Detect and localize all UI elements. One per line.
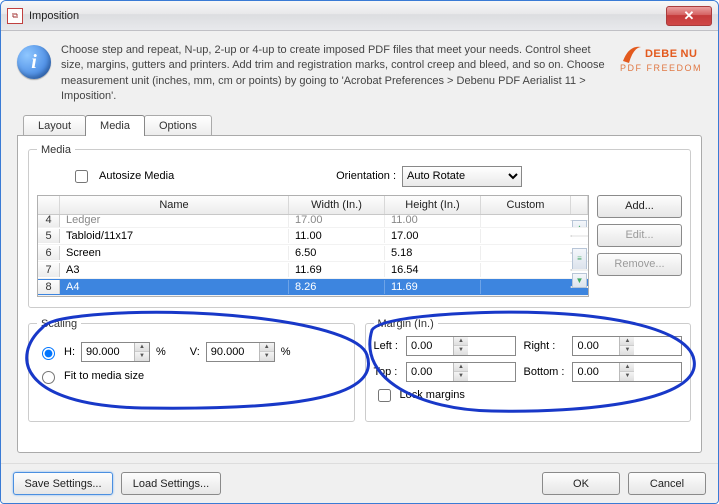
h-up[interactable]: ▲ bbox=[135, 343, 149, 353]
intro-text: Choose step and repeat, N-up, 2-up or 4-… bbox=[61, 43, 610, 105]
fit-label: Fit to media size bbox=[64, 370, 144, 382]
v-down[interactable]: ▼ bbox=[260, 352, 274, 361]
tab-panel: Media Autosize Media Orientation : Auto … bbox=[17, 135, 702, 453]
brand-logo: DEBENU PDF FREEDOM bbox=[620, 43, 702, 73]
v-pct: % bbox=[281, 346, 291, 358]
left-label: Left : bbox=[374, 340, 398, 352]
col-name[interactable]: Name bbox=[60, 196, 289, 214]
bottom-spinner[interactable]: ▲▼ bbox=[572, 362, 682, 382]
margin-legend: Margin (In.) bbox=[374, 318, 438, 330]
brand-part2: NU bbox=[681, 48, 698, 60]
close-button[interactable]: ✕ bbox=[666, 6, 712, 26]
right-label: Right : bbox=[524, 340, 565, 352]
media-legend: Media bbox=[37, 144, 75, 156]
scroll-up[interactable]: ▲ bbox=[572, 220, 587, 228]
v-label: V: bbox=[190, 346, 200, 358]
v-input[interactable] bbox=[207, 343, 259, 361]
scaling-group: Scaling H: ▲▼ % V: ▲▼ % Fit to media siz… bbox=[28, 318, 355, 422]
cancel-button[interactable]: Cancel bbox=[628, 472, 706, 495]
v-up[interactable]: ▲ bbox=[260, 343, 274, 353]
bottom-label: Bottom : bbox=[524, 366, 565, 378]
scale-hv-radio[interactable] bbox=[42, 347, 55, 360]
app-icon: ⧉ bbox=[7, 8, 23, 24]
add-button[interactable]: Add... bbox=[597, 195, 682, 218]
tab-strip: Layout Media Options bbox=[23, 115, 702, 136]
h-input[interactable] bbox=[82, 343, 134, 361]
right-input[interactable] bbox=[573, 337, 619, 355]
intro-row: i Choose step and repeat, N-up, 2-up or … bbox=[17, 43, 702, 105]
left-spinner[interactable]: ▲▼ bbox=[406, 336, 516, 356]
h-label: H: bbox=[64, 346, 75, 358]
scroll-down[interactable]: ▼ bbox=[572, 273, 587, 288]
table-row[interactable]: 4Ledger17.0011.00▲ bbox=[38, 215, 588, 228]
h-pct: % bbox=[156, 346, 166, 358]
swoosh-icon bbox=[620, 43, 642, 65]
edit-button[interactable]: Edit... bbox=[597, 224, 682, 247]
info-icon: i bbox=[17, 45, 51, 79]
brand-part1: DEBE bbox=[645, 48, 678, 60]
imposition-dialog: ⧉ Imposition ✕ i Choose step and repeat,… bbox=[0, 0, 719, 504]
table-row[interactable]: 7A311.6916.54 bbox=[38, 262, 588, 279]
bottom-input[interactable] bbox=[573, 363, 619, 381]
margin-group: Margin (In.) Left : ▲▼ Right : ▲▼ Top : … bbox=[365, 318, 692, 422]
titlebar: ⧉ Imposition ✕ bbox=[1, 1, 718, 31]
lock-margins-label: Lock margins bbox=[400, 389, 465, 401]
media-group: Media Autosize Media Orientation : Auto … bbox=[28, 144, 691, 308]
media-table[interactable]: Name Width (In.) Height (In.) Custom 4Le… bbox=[37, 195, 589, 297]
scaling-legend: Scaling bbox=[37, 318, 81, 330]
fit-radio[interactable] bbox=[42, 371, 55, 384]
tab-options[interactable]: Options bbox=[144, 115, 212, 136]
table-row[interactable]: 8A48.2611.69▼ bbox=[38, 279, 588, 296]
col-height[interactable]: Height (In.) bbox=[385, 196, 481, 214]
content-area: i Choose step and repeat, N-up, 2-up or … bbox=[1, 31, 718, 463]
autosize-label: Autosize Media bbox=[99, 170, 174, 182]
save-settings-button[interactable]: Save Settings... bbox=[13, 472, 113, 495]
footer: Save Settings... Load Settings... OK Can… bbox=[1, 463, 718, 503]
load-settings-button[interactable]: Load Settings... bbox=[121, 472, 221, 495]
tab-media[interactable]: Media bbox=[85, 115, 145, 136]
table-row[interactable]: 6Screen6.505.18≡ bbox=[38, 245, 588, 262]
brand-tagline: PDF FREEDOM bbox=[620, 63, 702, 73]
orientation-select[interactable]: Auto Rotate bbox=[402, 166, 522, 187]
top-label: Top : bbox=[374, 366, 398, 378]
col-custom[interactable]: Custom bbox=[481, 196, 571, 214]
table-header: Name Width (In.) Height (In.) Custom bbox=[38, 196, 588, 215]
lock-margins-checkbox[interactable] bbox=[378, 389, 391, 402]
remove-button[interactable]: Remove... bbox=[597, 253, 682, 276]
top-input[interactable] bbox=[407, 363, 453, 381]
h-down[interactable]: ▼ bbox=[135, 352, 149, 361]
orientation-label: Orientation : bbox=[336, 170, 396, 182]
left-input[interactable] bbox=[407, 337, 453, 355]
right-spinner[interactable]: ▲▼ bbox=[572, 336, 682, 356]
ok-button[interactable]: OK bbox=[542, 472, 620, 495]
table-row[interactable]: 5Tabloid/11x1711.0017.00 bbox=[38, 228, 588, 245]
top-spinner[interactable]: ▲▼ bbox=[406, 362, 516, 382]
scroll-thumb[interactable]: ≡ bbox=[572, 248, 587, 270]
window-title: Imposition bbox=[29, 10, 666, 22]
col-width[interactable]: Width (In.) bbox=[289, 196, 385, 214]
tab-layout[interactable]: Layout bbox=[23, 115, 86, 136]
autosize-checkbox[interactable] bbox=[75, 170, 88, 183]
v-spinner[interactable]: ▲▼ bbox=[206, 342, 275, 362]
h-spinner[interactable]: ▲▼ bbox=[81, 342, 150, 362]
